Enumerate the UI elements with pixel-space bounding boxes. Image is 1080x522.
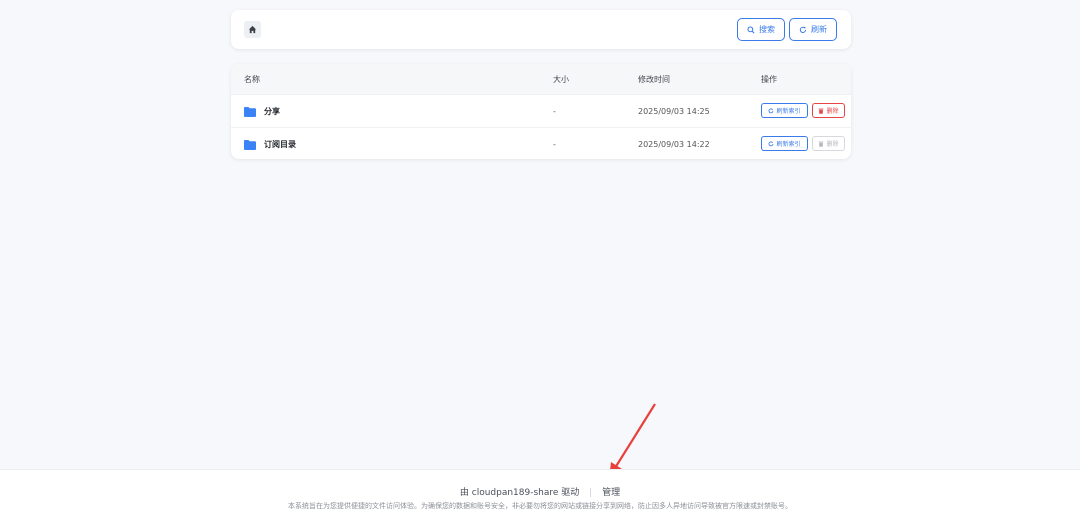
- column-header-modified: 修改时间: [638, 75, 670, 84]
- column-header-size: 大小: [553, 75, 569, 84]
- reindex-button[interactable]: 刷新索引: [761, 136, 808, 151]
- reindex-button-label: 刷新索引: [776, 108, 801, 115]
- trash-icon: [819, 141, 824, 147]
- file-name[interactable]: 订阅目录: [264, 139, 296, 150]
- file-name-cell[interactable]: 分享: [244, 106, 280, 117]
- file-name[interactable]: 分享: [264, 106, 280, 117]
- trash-icon: [819, 108, 824, 114]
- refresh-button[interactable]: 刷新: [789, 18, 837, 41]
- table-row[interactable]: 分享 - 2025/09/03 14:25 刷新索引 删除: [231, 94, 851, 127]
- search-icon: [747, 25, 755, 34]
- table-header: 名称 大小 修改时间 操作: [231, 64, 851, 94]
- file-modified: 2025/09/03 14:25: [638, 107, 710, 116]
- home-icon: [248, 25, 257, 34]
- file-size: -: [553, 107, 556, 116]
- delete-button-label: 删除: [826, 141, 839, 148]
- annotation-arrow: [609, 403, 656, 479]
- file-name-cell[interactable]: 订阅目录: [244, 139, 296, 150]
- footer-notice: 本系统旨在为您提供便捷的文件访问体验。为确保您的数据和账号安全，非必要勿将您的网…: [288, 502, 792, 510]
- folder-icon: [244, 106, 256, 117]
- file-table: 名称 大小 修改时间 操作 分享 - 2025/09/03 14:25 刷新索引…: [231, 64, 851, 159]
- refresh-icon: [799, 26, 807, 33]
- toolbar: 搜索 刷新: [231, 10, 851, 49]
- footer-credits: 由 cloudpan189-share 驱动 | 管理: [0, 485, 1080, 498]
- table-row[interactable]: 订阅目录 - 2025/09/03 14:22 刷新索引 删除: [231, 127, 851, 159]
- column-header-actions: 操作: [761, 75, 777, 84]
- search-button-label: 搜索: [759, 25, 775, 34]
- delete-button-disabled[interactable]: 删除: [812, 136, 845, 151]
- folder-icon: [244, 139, 256, 150]
- admin-link[interactable]: 管理: [602, 488, 620, 498]
- refresh-button-label: 刷新: [811, 25, 827, 34]
- column-header-name: 名称: [244, 75, 260, 84]
- refresh-icon: [769, 141, 774, 146]
- file-modified: 2025/09/03 14:22: [638, 140, 710, 149]
- home-button[interactable]: [244, 21, 261, 38]
- search-button[interactable]: 搜索: [737, 18, 785, 41]
- reindex-button[interactable]: 刷新索引: [761, 103, 808, 118]
- refresh-icon: [769, 108, 774, 113]
- footer: 由 cloudpan189-share 驱动 | 管理 本系统旨在为您提供便捷的…: [0, 469, 1080, 522]
- file-size: -: [553, 140, 556, 149]
- reindex-button-label: 刷新索引: [776, 141, 801, 148]
- delete-button[interactable]: 删除: [812, 103, 845, 118]
- footer-divider: |: [589, 488, 593, 498]
- delete-button-label: 删除: [826, 108, 839, 115]
- powered-by-text: 由 cloudpan189-share 驱动: [459, 488, 580, 498]
